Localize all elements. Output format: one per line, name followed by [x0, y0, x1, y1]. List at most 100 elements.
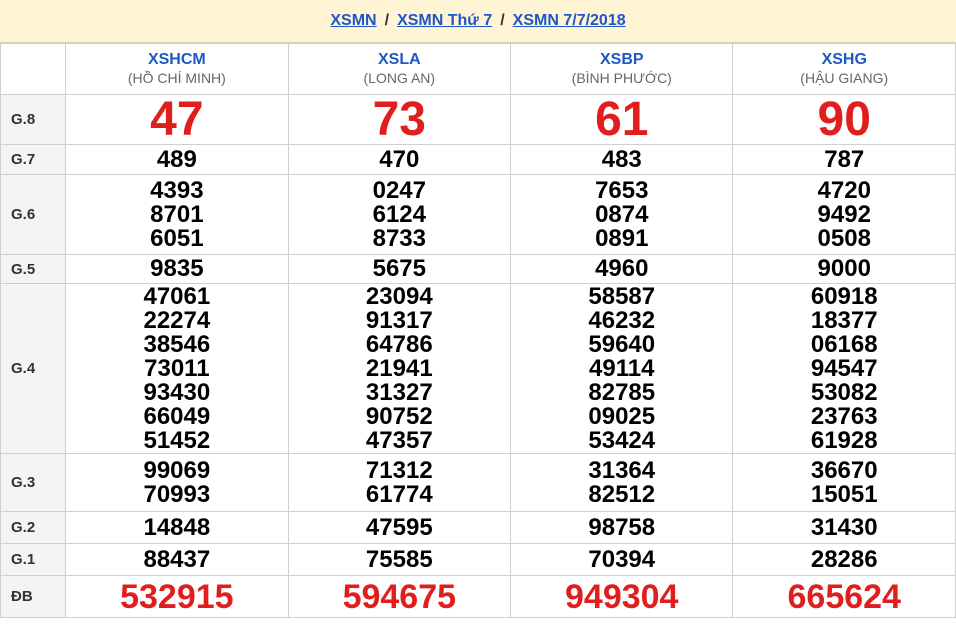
prize-number: 31327	[365, 378, 433, 406]
prize-cell: 47061 22274 38546 73011 93430 66049 51452	[65, 282, 289, 454]
prize-label: G.2	[0, 511, 67, 544]
prize-number: 14848	[143, 513, 211, 541]
prize-cell: 61	[510, 94, 734, 145]
prize-number: 483	[601, 145, 642, 173]
prize-cell: 594675	[287, 575, 512, 618]
prize-number: 94547	[810, 354, 878, 382]
prize-cell: 47	[65, 92, 289, 146]
prize-label: G.3	[0, 453, 67, 512]
prize-number: 7653	[595, 176, 649, 204]
prize-row: G.2 14848 47595 98758 31430	[0, 511, 956, 544]
prize-number: 15051	[810, 480, 878, 508]
prize-number: 8733	[372, 224, 426, 252]
prize-number: 8701	[150, 200, 204, 228]
prize-cell: 98758	[510, 511, 734, 544]
prize-number: 60918	[810, 282, 878, 310]
prize-number: 22274	[143, 306, 211, 334]
prize-number: 70993	[143, 480, 211, 508]
prize-number: 594675	[342, 577, 457, 616]
prize-cell: 4720 9492 0508	[732, 174, 956, 255]
prize-number: 91317	[365, 306, 433, 334]
prize-number: 49114	[589, 354, 655, 382]
prize-cell: 9000	[732, 254, 956, 284]
prize-number: 88437	[143, 545, 211, 573]
prize-number: 532915	[120, 577, 234, 616]
prize-number: 64786	[365, 330, 433, 358]
prize-cell: 73	[287, 92, 512, 146]
prize-number: 75585	[365, 545, 433, 573]
prize-cell: 28286	[732, 543, 956, 576]
results-table: XSHCM (HỒ CHÍ MINH) XSLA (LONG AN) XSBP …	[0, 43, 956, 618]
prize-cell: 483	[510, 144, 734, 175]
prize-number: 470	[379, 145, 420, 173]
prize-cell: 0247 6124 8733	[287, 174, 512, 255]
prize-cell: 470	[287, 144, 512, 175]
prize-number: 4960	[595, 255, 649, 282]
breadcrumb-link-xsmn-date[interactable]: XSMN 7/7/2018	[513, 12, 626, 30]
prize-cell: 949304	[510, 575, 734, 618]
prize-cell: 23094 91317 64786 21941 31327 90752 47357	[287, 282, 512, 454]
prize-number: 47061	[143, 282, 211, 310]
prize-number: 71312	[365, 456, 433, 484]
prize-number: 31430	[810, 513, 878, 541]
prize-number: 0247	[372, 176, 426, 204]
breadcrumb: XSMN / XSMN Thứ 7 / XSMN 7/7/2018	[0, 0, 956, 43]
prize-number: 53082	[810, 378, 878, 406]
prize-number: 21941	[365, 354, 433, 382]
province-code[interactable]: XSLA	[289, 51, 510, 69]
province-header-row: XSHCM (HỒ CHÍ MINH) XSLA (LONG AN) XSBP …	[0, 43, 956, 95]
prize-number: 9492	[817, 200, 871, 228]
prize-row: G.8 47 73 61 90	[0, 92, 956, 146]
prize-cell: 60918 18377 06168 94547 53082 23763 61928	[732, 282, 956, 454]
prize-number: 47	[150, 92, 204, 146]
prize-number: 09025	[588, 402, 656, 430]
prize-label: ĐB	[0, 575, 67, 618]
prize-number: 36670	[810, 456, 878, 484]
province-name: (HỒ CHÍ MINH)	[127, 70, 226, 86]
prize-number: 38546	[143, 330, 211, 358]
prize-number: 59640	[588, 330, 656, 358]
prize-cell: 47595	[287, 511, 512, 544]
prize-row: G.7 489 470 483 787	[0, 144, 956, 175]
prize-number: 73	[372, 92, 426, 146]
prize-number: 5675	[372, 255, 426, 282]
prize-cell: 665624	[732, 575, 956, 618]
prize-number: 61928	[810, 426, 878, 454]
prize-number: 18377	[810, 306, 878, 334]
province-code[interactable]: XSHCM	[66, 51, 287, 69]
province-code[interactable]: XSHG	[733, 51, 955, 69]
prize-number: 90	[817, 92, 871, 146]
prize-number: 61774	[365, 480, 433, 508]
prize-number: 489	[156, 145, 197, 173]
prize-cell: 31364 82512	[510, 453, 734, 512]
prize-number: 51452	[143, 426, 211, 454]
prize-number: 82785	[588, 378, 656, 406]
breadcrumb-separator: /	[384, 12, 390, 29]
prize-number: 949304	[565, 577, 679, 616]
prize-number: 06168	[810, 330, 878, 358]
province-header-hg: XSHG (HẬU GIANG)	[732, 43, 956, 95]
prize-number: 23763	[810, 402, 878, 430]
prize-number: 665624	[787, 577, 901, 616]
prize-cell: 4393 8701 6051	[65, 174, 289, 255]
prize-number: 4393	[150, 176, 204, 204]
prize-number: 90752	[365, 402, 433, 430]
prize-number: 23094	[365, 282, 433, 310]
prize-cell: 4960	[510, 254, 734, 284]
prize-cell: 7653 0874 0891	[510, 174, 734, 255]
prize-number: 9835	[150, 255, 204, 282]
province-code[interactable]: XSBP	[511, 51, 732, 69]
prize-number: 66049	[143, 402, 211, 430]
breadcrumb-separator: /	[500, 12, 505, 29]
prize-row: G.1 88437 75585 70394 28286	[0, 543, 956, 576]
province-header-bp: XSBP (BÌNH PHƯỚC)	[510, 43, 734, 95]
prize-row: G.3 99069 70993 71312 61774 31364 82512 36670 15…	[0, 453, 956, 512]
prize-cell: 70394	[510, 543, 734, 576]
breadcrumb-link-xsmn-thu7[interactable]: XSMN Thứ 7	[397, 12, 492, 30]
prize-number: 73011	[144, 354, 210, 382]
prize-cell: 75585	[287, 543, 512, 576]
breadcrumb-link-xsmn[interactable]: XSMN	[330, 12, 376, 30]
prize-row: ĐB 532915 594675 949304 665624	[0, 575, 956, 618]
prize-cell: 31430	[732, 511, 956, 544]
prize-number: 4720	[817, 176, 871, 204]
